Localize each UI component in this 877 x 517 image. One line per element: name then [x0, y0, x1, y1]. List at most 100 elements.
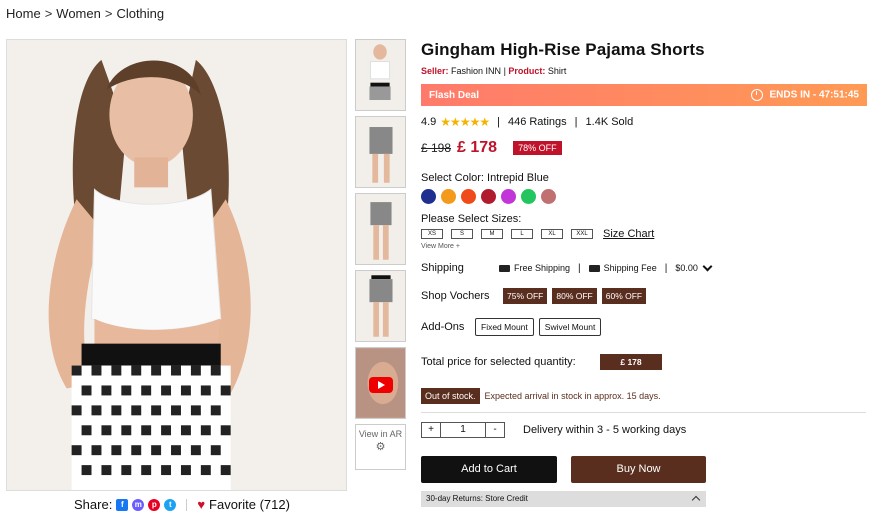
size-chart-link[interactable]: Size Chart	[603, 228, 654, 240]
color-swatch-2[interactable]	[441, 189, 456, 204]
selected-color: Intrepid Blue	[487, 172, 549, 184]
countdown: ENDS IN - 47:51:45	[750, 89, 859, 101]
price-row: £ 198 £ 178 78% OFF	[421, 139, 867, 157]
thumbnail-list: View in AR ⚙	[355, 39, 406, 475]
shipping-row: Shipping Free Shipping | Shipping Fee | …	[421, 261, 867, 274]
truck-icon	[499, 264, 510, 272]
total-row: Total price for selected quantity: £ 178	[421, 354, 867, 370]
delivery-text: Delivery within 3 - 5 working days	[523, 424, 687, 436]
truck-icon	[588, 264, 600, 272]
star-rating-icon: ★★★★★	[440, 115, 490, 129]
thumbnail-1[interactable]	[355, 39, 406, 111]
free-shipping-option[interactable]: Free Shipping	[499, 263, 570, 273]
size-option-xl[interactable]: XL	[541, 229, 563, 239]
stock-row: Out of stock. Expected arrival in stock …	[421, 388, 867, 404]
color-label: Select Color:	[421, 172, 484, 184]
color-swatch-3[interactable]	[461, 189, 476, 204]
add-to-cart-button[interactable]: Add to Cart	[421, 456, 557, 483]
total-label: Total price for selected quantity:	[421, 356, 576, 368]
thumbnail-4[interactable]	[355, 270, 406, 342]
color-swatch-5[interactable]	[501, 189, 516, 204]
breadcrumb-home[interactable]: Home	[6, 6, 41, 21]
size-option-m[interactable]: M	[481, 229, 503, 239]
returns-label: 30-day Returns: Store Credit	[426, 494, 528, 503]
sold-count: 1.4K Sold	[585, 116, 634, 128]
vouchers-row: Shop Vochers 75% OFF 80% OFF 60% OFF	[421, 288, 867, 304]
voucher-80[interactable]: 80% OFF	[552, 288, 597, 304]
quantity-decrease-button[interactable]: -	[486, 423, 504, 437]
shipping-fee-value: $0.00	[675, 263, 698, 273]
size-option-s[interactable]: S	[451, 229, 473, 239]
voucher-60[interactable]: 60% OFF	[601, 288, 647, 304]
action-buttons: Add to Cart Buy Now	[421, 456, 867, 483]
chevron-up-icon[interactable]	[691, 495, 701, 505]
share-bar: Share: f m p t ♥ Favorite (712)	[74, 497, 290, 512]
swivel-mount-button[interactable]: Swivel Mount	[538, 318, 602, 336]
quantity-row: + 1 - Delivery within 3 - 5 working days	[421, 422, 867, 438]
breadcrumb-women[interactable]: Women	[56, 6, 101, 21]
seller-label: Seller:	[421, 66, 449, 76]
twitter-icon[interactable]: t	[164, 498, 177, 511]
facebook-icon[interactable]: f	[116, 498, 129, 511]
divider	[421, 412, 866, 413]
favorite-count[interactable]: Favorite (712)	[209, 497, 290, 512]
discount-badge: 78% OFF	[513, 141, 562, 155]
view-in-ar-button[interactable]: View in AR ⚙	[355, 424, 406, 470]
color-selector: Select Color: Intrepid Blue	[421, 172, 867, 204]
breadcrumb-clothing[interactable]: Clothing	[116, 6, 164, 21]
addons-row: Add-Ons Fixed Mount Swivel Mount	[421, 318, 867, 336]
ends-in-label: ENDS IN -	[769, 89, 817, 101]
size-selector: Please Select Sizes: XS S M L XL XXL Siz…	[421, 213, 867, 250]
product-info: Gingham High-Rise Pajama Shorts Seller: …	[421, 40, 867, 507]
chevron-down-icon[interactable]	[702, 261, 713, 271]
video-thumbnail[interactable]	[355, 347, 406, 419]
flash-deal-label: Flash Deal	[429, 89, 480, 101]
view-more-sizes-link[interactable]: View More +	[421, 243, 867, 250]
rating-row: 4.9 ★★★★★ | 446 Ratings | 1.4K Sold	[421, 115, 634, 129]
flash-deal-banner: Flash Deal ENDS IN - 47:51:45	[421, 84, 867, 106]
addons-label: Add-Ons	[421, 321, 465, 333]
size-option-l[interactable]: L	[511, 229, 533, 239]
main-product-image[interactable]	[6, 39, 347, 491]
product-meta: Seller: Fashion INN | Product: Shirt	[421, 66, 567, 76]
ar-icon: ⚙	[375, 441, 386, 453]
total-price: £ 178	[600, 354, 662, 370]
color-swatch-7[interactable]	[541, 189, 556, 204]
seller-name[interactable]: Fashion INN	[451, 66, 501, 76]
size-label: Please Select Sizes:	[421, 213, 522, 225]
size-option-xs[interactable]: XS	[421, 229, 443, 239]
thumbnail-3[interactable]	[355, 193, 406, 265]
share-label: Share:	[74, 497, 113, 512]
messenger-icon[interactable]: m	[132, 498, 145, 511]
vouchers-label: Shop Vochers	[421, 290, 490, 302]
ratings-count[interactable]: 446 Ratings	[508, 116, 567, 128]
returns-accordion[interactable]: 30-day Returns: Store Credit	[421, 491, 706, 507]
old-price: £ 198	[421, 141, 452, 155]
fixed-mount-button[interactable]: Fixed Mount	[475, 318, 534, 336]
thumbnail-2[interactable]	[355, 116, 406, 188]
quantity-input[interactable]: 1	[440, 423, 486, 437]
breadcrumb-separator: >	[44, 6, 53, 21]
free-shipping-label: Free Shipping	[514, 263, 571, 273]
product-type: Shirt	[547, 66, 567, 76]
color-swatch-1[interactable]	[421, 189, 436, 204]
pinterest-icon[interactable]: p	[148, 498, 161, 511]
breadcrumb-separator: >	[104, 6, 113, 21]
shipping-fee-option[interactable]: Shipping Fee	[588, 263, 657, 273]
countdown-timer: 47:51:45	[818, 89, 859, 101]
shipping-fee-label: Shipping Fee	[603, 263, 657, 273]
shipping-label: Shipping	[421, 262, 464, 274]
quantity-stepper: + 1 -	[421, 422, 505, 438]
clock-icon	[750, 89, 763, 101]
arrival-text: Expected arrival in stock in approx. 15 …	[484, 391, 661, 401]
color-swatch-6[interactable]	[521, 189, 536, 204]
rating-score: 4.9	[421, 116, 437, 128]
quantity-increase-button[interactable]: +	[422, 423, 440, 437]
color-swatch-4[interactable]	[481, 189, 496, 204]
heart-icon[interactable]: ♥	[197, 497, 205, 512]
breadcrumb: Home > Women > Clothing	[6, 6, 164, 21]
buy-now-button[interactable]: Buy Now	[571, 456, 706, 483]
voucher-75[interactable]: 75% OFF	[503, 288, 548, 304]
play-icon[interactable]	[369, 377, 393, 393]
size-option-xxl[interactable]: XXL	[571, 229, 593, 239]
